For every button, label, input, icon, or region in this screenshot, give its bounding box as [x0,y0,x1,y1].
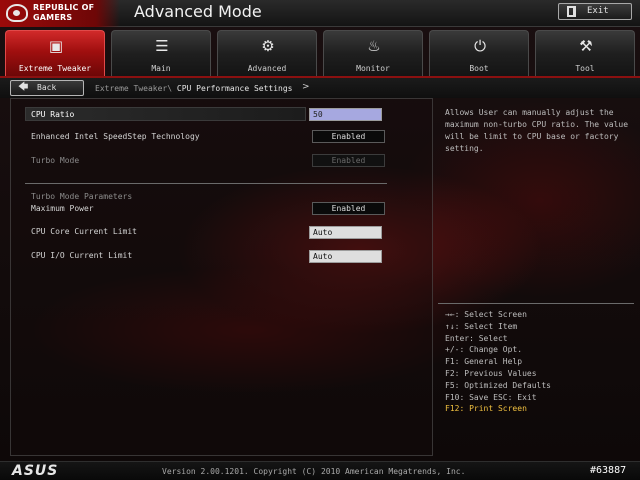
speedstep-value[interactable]: Enabled [312,130,385,143]
footer-bar: ASUS Version 2.00.1201. Copyright (C) 20… [0,461,640,480]
cpu-ratio-input[interactable]: 50 [309,108,382,121]
breadcrumb-current: CPU Performance Settings [176,84,293,93]
exit-door-icon [567,6,576,17]
setting-label: CPU Ratio [31,110,75,119]
back-arrow-icon: 🡄 [18,82,29,93]
settings-info-icon: ⚙ [261,37,275,55]
exit-button[interactable]: Exit [558,3,632,20]
screen-id: #63887 [590,465,627,476]
tab-label: Extreme Tweaker [18,64,92,73]
exit-label: Exit [587,6,609,16]
key-select-screen: →←: Select Screen [445,310,527,319]
setting-label: CPU I/O Current Limit [31,251,133,260]
io-current-limit-input[interactable]: Auto [309,250,382,263]
section-title: Turbo Mode Parameters [31,192,133,201]
help-divider [438,303,634,304]
key-optimized-defaults: F5: Optimized Defaults [445,380,551,390]
page-title: Advanced Mode [134,2,262,21]
breadcrumb-parent[interactable]: Extreme Tweaker\ [95,84,177,93]
setting-cpu-ratio[interactable]: CPU Ratio [25,107,306,121]
back-button[interactable]: 🡄 Back [10,80,84,96]
tab-tool[interactable]: ⚒ Tool [535,30,635,76]
help-panel: Allows User can manually adjust the maxi… [438,98,634,456]
tab-label: Main [151,64,171,73]
asus-logo: ASUS [12,463,59,479]
brand-line-1: REPUBLIC OF [33,3,95,12]
monitor-gauge-icon: ♨ [367,37,381,55]
key-select-item: ↑↓: Select Item [445,321,518,331]
tab-main[interactable]: ☰ Main [111,30,211,76]
cpu-chip-icon: ▣ [48,37,64,55]
tab-monitor[interactable]: ♨ Monitor [323,30,423,76]
navigation-bar: 🡄 Back Extreme Tweaker\ CPU Performance … [0,76,640,98]
key-save-exit: F10: Save ESC: Exit [445,392,537,402]
chevron-right-icon: > [302,82,310,92]
tool-icon: ⚒ [579,37,593,55]
tab-label: Tool [575,64,595,73]
key-print-screen: F12: Print Screen [445,404,527,414]
setting-label: Enhanced Intel SpeedStep Technology [31,132,200,141]
power-icon: ⏻ [474,37,486,55]
tab-label: Advanced [247,64,287,73]
key-legend: →←: Select Screen ↑↓: Select Item Enter:… [445,309,631,415]
core-current-limit-input[interactable]: Auto [309,226,382,239]
section-divider [25,183,387,184]
help-description: Allows User can manually adjust the maxi… [445,108,629,153]
header-bar: REPUBLIC OF GAMERS Advanced Mode Exit [0,0,640,27]
setting-label: CPU Core Current Limit [31,227,137,236]
tab-boot[interactable]: ⏻ Boot [429,30,529,76]
key-previous-values: F2: Previous Values [445,368,537,378]
tab-label: Monitor [356,64,390,73]
list-icon: ☰ [155,37,169,55]
rog-eye-icon [6,4,28,22]
tab-bar: ▣ Extreme Tweaker ☰ Main ⚙ Advanced ♨ Mo… [0,30,640,76]
brand-text: REPUBLIC OF GAMERS [33,3,119,23]
maximum-power-value[interactable]: Enabled [312,202,385,215]
tab-extreme-tweaker[interactable]: ▣ Extreme Tweaker [5,30,105,76]
setting-label: Turbo Mode [31,156,80,165]
tab-advanced[interactable]: ⚙ Advanced [217,30,317,76]
brand-line-2: GAMERS [33,13,73,22]
key-general-help: F1: General Help [445,357,523,367]
turbo-mode-value: Enabled [312,154,385,167]
key-enter: Enter: Select [445,333,508,343]
key-change-opt: +/-: Change Opt. [445,345,523,355]
settings-panel: CPU Ratio 50 Enhanced Intel SpeedStep Te… [10,98,433,456]
setting-label: Maximum Power [31,204,94,213]
back-label: Back [37,83,57,92]
tab-label: Boot [469,64,489,73]
version-text: Version 2.00.1201. Copyright (C) 2010 Am… [162,467,466,476]
breadcrumb: Extreme Tweaker\ CPU Performance Setting… [95,84,292,94]
rog-logo: REPUBLIC OF GAMERS [0,0,120,27]
